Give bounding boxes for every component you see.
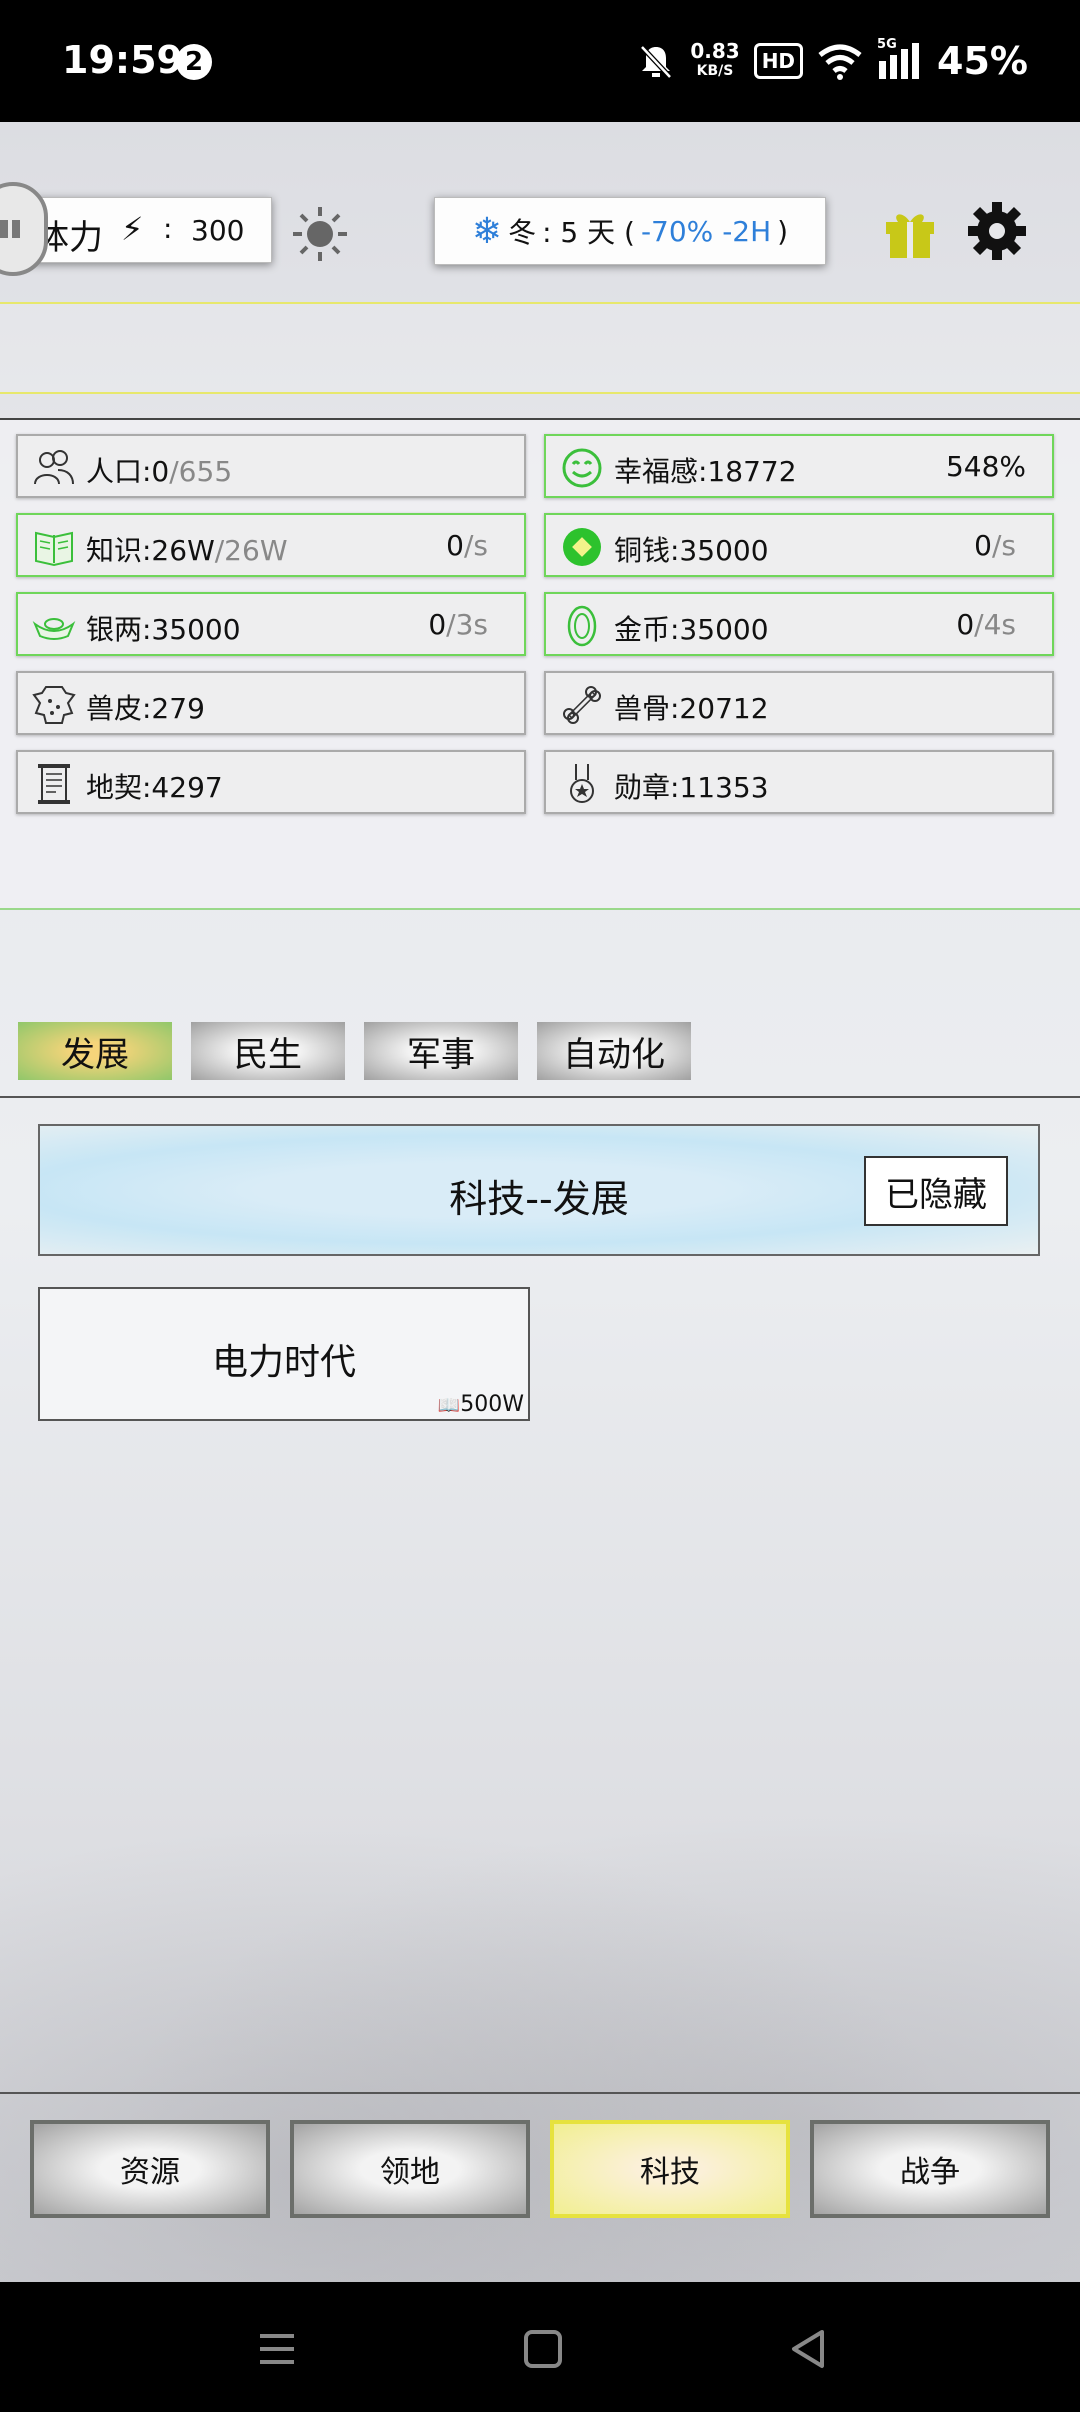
tech-name: 电力时代	[211, 1342, 356, 1383]
resource-copper[interactable]: 铜钱:35000 0/s	[544, 513, 1054, 577]
season-name: 冬	[508, 216, 537, 249]
resource-hide[interactable]: 兽皮:279	[16, 671, 526, 735]
settings-gear-icon[interactable]	[966, 200, 1028, 262]
gold-rate-value: 0	[956, 608, 975, 641]
status-bar: 19:59 2 0.83 KB/S HD 5G 45%	[0, 0, 1080, 122]
snowflake-icon: ❄	[471, 210, 503, 252]
system-navigation-bar	[0, 2282, 1080, 2412]
stamina-value: 300	[191, 214, 245, 247]
copper-rate-value: 0	[974, 529, 992, 562]
silver-rate: 0/3s	[428, 608, 488, 641]
deed-value: 地契:4297	[86, 771, 223, 804]
knowledge-rate-unit: /s	[463, 529, 488, 562]
resource-bone[interactable]: 兽骨:20712	[544, 671, 1054, 735]
tab-livelihood[interactable]: 民生	[191, 1022, 345, 1080]
scroll-deed-icon	[38, 764, 70, 804]
recent-apps-icon[interactable]	[252, 2324, 302, 2374]
medal-value: 勋章:11353	[614, 771, 769, 804]
smile-icon	[562, 448, 602, 488]
cell-signal-icon: 5G	[877, 37, 923, 81]
silver-value: 银两:35000	[86, 613, 241, 646]
copper-rate: 0/s	[974, 529, 1016, 562]
nav-territory-button[interactable]: 领地	[290, 2120, 530, 2218]
sun-weather-icon[interactable]	[290, 204, 350, 264]
lightning-icon: ⚡	[121, 210, 144, 248]
knowledge-rate: 0/s	[446, 529, 488, 562]
people-icon	[34, 450, 74, 485]
resource-deed[interactable]: 地契:4297	[16, 750, 526, 814]
resource-gold[interactable]: 金币:35000 0/4s	[544, 592, 1054, 656]
gold-value: 金币:35000	[614, 613, 769, 646]
knowledge-rate-value: 0	[446, 529, 464, 562]
status-icons: 0.83 KB/S HD 5G 45%	[636, 36, 1028, 86]
resource-name: 人口:0/655	[86, 450, 232, 490]
game-screen: 体力 ⚡ : 300 ❄ 冬 : 5 天 ( -70% -2H ) 人口:0/6…	[0, 122, 1080, 2282]
tech-cost-value: 500W	[460, 1392, 524, 1417]
bone-icon	[563, 686, 601, 724]
tech-card-electric-age[interactable]: 电力时代 📖500W	[38, 1287, 530, 1421]
silver-rate-value: 0	[428, 608, 447, 641]
mute-bell-icon	[640, 45, 673, 79]
gift-icon[interactable]	[880, 202, 940, 262]
happiness-percent: 548%	[945, 450, 1026, 483]
silver-ingot-icon	[32, 618, 76, 640]
gold-coin-icon	[567, 605, 597, 647]
season-close-paren: )	[777, 214, 789, 248]
resource-medal[interactable]: 勋章:11353	[544, 750, 1054, 814]
knowledge-max: /26W	[214, 534, 288, 567]
population-value: 人口:0	[86, 455, 170, 488]
gold-rate-unit: /4s	[974, 608, 1016, 641]
hide-value: 兽皮:279	[86, 692, 205, 725]
resource-knowledge[interactable]: 知识:26W/26W 0/s	[16, 513, 526, 577]
section-header[interactable]: 科技--发展 已隐藏	[38, 1124, 1040, 1256]
hidden-toggle-button[interactable]: 已隐藏	[864, 1156, 1008, 1226]
tech-cost: 📖500W	[438, 1392, 524, 1417]
volume-toggle-icon[interactable]	[0, 182, 48, 276]
silver-rate-unit: /3s	[446, 608, 488, 641]
happiness-value: 幸福感:18772	[614, 455, 797, 488]
copper-value: 铜钱:35000	[614, 534, 769, 567]
notification-band	[0, 302, 1080, 394]
nav-resources-button[interactable]: 资源	[30, 2120, 270, 2218]
resource-happiness[interactable]: 幸福感:18772 548%	[544, 434, 1054, 498]
medal-icon	[570, 764, 594, 803]
bone-value: 兽骨:20712	[614, 692, 769, 725]
book-icon-small: 📖	[437, 1395, 461, 1416]
footer-divider	[0, 2092, 1080, 2094]
back-icon[interactable]	[784, 2324, 834, 2374]
gold-rate: 0/4s	[956, 608, 1016, 641]
notification-count-badge: 2	[176, 44, 212, 80]
copper-coin-icon	[563, 528, 601, 566]
nav-tech-button[interactable]: 科技	[550, 2120, 790, 2218]
status-time: 19:59	[62, 38, 183, 82]
copper-rate-unit: /s	[991, 529, 1016, 562]
network-speed-unit: KB/S	[696, 63, 734, 79]
population-max: /655	[169, 455, 233, 488]
tab-automation[interactable]: 自动化	[537, 1022, 691, 1080]
animal-hide-icon	[32, 686, 76, 724]
knowledge-label: 知识:26W/26W	[86, 529, 288, 569]
season-days: : 5 天 (	[542, 216, 635, 249]
resource-population[interactable]: 人口:0/655	[16, 434, 526, 498]
book-icon	[35, 531, 73, 567]
battery-percent: 45%	[937, 39, 1028, 83]
network-speed-value: 0.83	[690, 39, 740, 63]
wifi-icon	[818, 44, 862, 80]
tab-military[interactable]: 军事	[364, 1022, 518, 1080]
knowledge-value: 知识:26W	[86, 534, 215, 567]
home-icon[interactable]	[518, 2324, 568, 2374]
season-effect: -70% -2H	[640, 214, 772, 248]
network-speed: 0.83 KB/S	[690, 41, 739, 81]
tab-development[interactable]: 发展	[18, 1022, 172, 1080]
resource-silver[interactable]: 银两:35000 0/3s	[16, 592, 526, 656]
stamina-colon: :	[163, 212, 173, 245]
hd-icon: HD	[753, 43, 804, 79]
nav-war-button[interactable]: 战争	[810, 2120, 1050, 2218]
season-indicator[interactable]: ❄ 冬 : 5 天 ( -70% -2H )	[434, 197, 826, 265]
